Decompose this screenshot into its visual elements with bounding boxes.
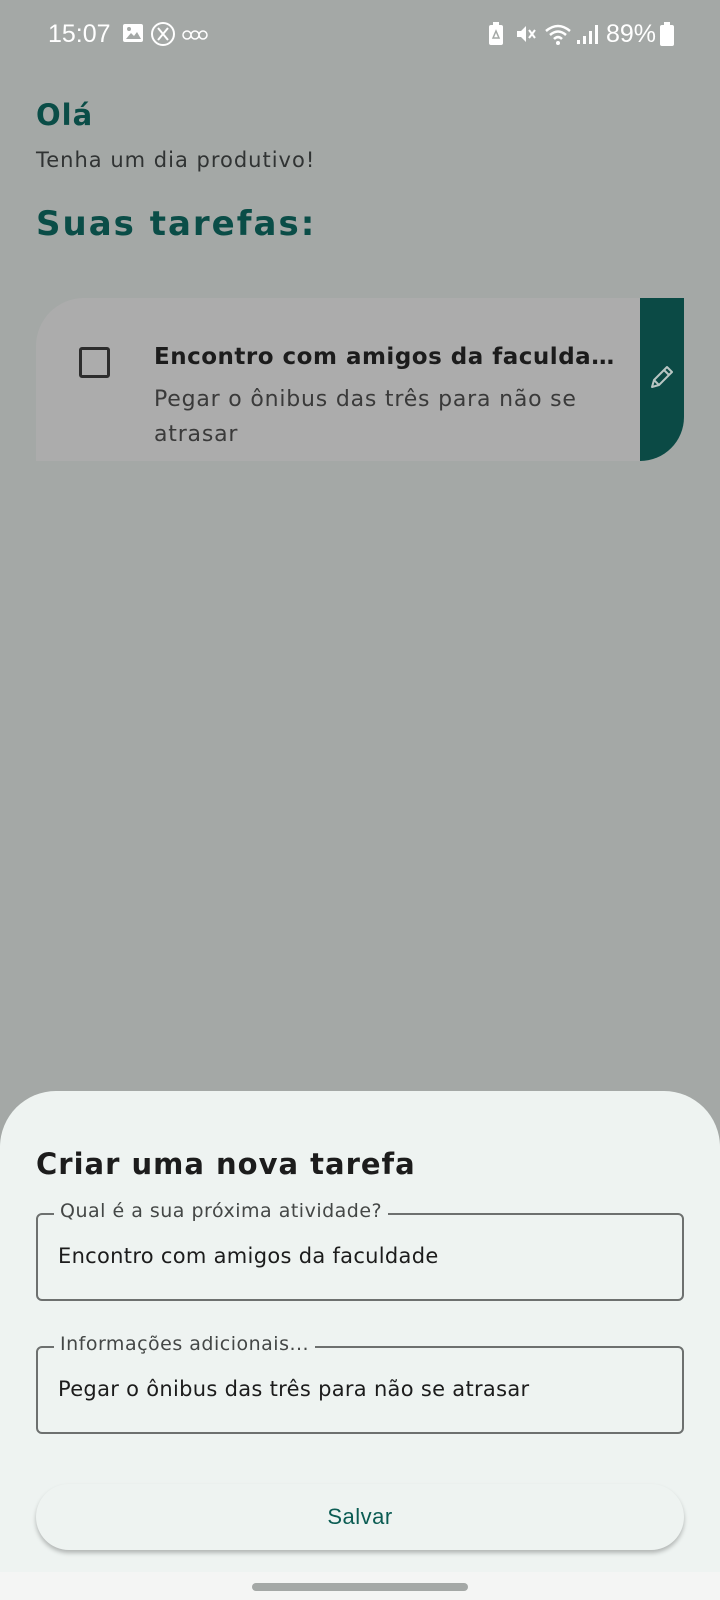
info-field[interactable]: Informações adicionais... Pegar o ônibus… <box>36 1333 684 1434</box>
info-field-value[interactable]: Pegar o ônibus das três para não se atra… <box>58 1377 658 1401</box>
task-edit-button[interactable] <box>640 298 684 461</box>
new-task-sheet: Criar uma nova tarefa Qual é a sua próxi… <box>0 1091 720 1600</box>
gallery-icon <box>123 24 143 42</box>
save-button[interactable]: Salvar <box>36 1484 684 1550</box>
sheet-title: Criar uma nova tarefa <box>36 1147 416 1181</box>
mute-icon <box>517 26 536 42</box>
info-field-label: Informações adicionais... <box>54 1333 316 1355</box>
task-checkbox[interactable] <box>79 347 110 378</box>
task-description: Pegar o ônibus das três para não se atra… <box>154 387 577 447</box>
task-card[interactable]: Encontro com amigos da faculdade Pegar o… <box>36 298 684 461</box>
activity-field-value[interactable]: Encontro com amigos da faculdade <box>58 1244 658 1268</box>
battery-percent: 89% <box>606 20 657 48</box>
activity-field[interactable]: Qual é a sua próxima atividade? Encontro… <box>36 1200 684 1301</box>
gesture-handle[interactable] <box>252 1583 468 1591</box>
status-bar: 15:07 89% <box>0 0 720 72</box>
greeting-subtitle: Tenha um dia produtivo! <box>36 148 316 172</box>
task-title: Encontro com amigos da faculdade <box>154 344 624 370</box>
x-app-icon <box>151 22 175 46</box>
activity-field-label: Qual é a sua próxima atividade? <box>54 1200 389 1222</box>
notification-dots-icon <box>182 30 208 40</box>
task-card-body[interactable]: Encontro com amigos da faculdade Pegar o… <box>36 298 643 461</box>
status-time: 15:07 <box>48 20 111 48</box>
tasks-section-title: Suas tarefas: <box>36 204 317 244</box>
signal-icon <box>577 25 598 44</box>
wifi-icon <box>545 24 571 45</box>
pencil-icon <box>651 366 673 388</box>
greeting-title: Olá <box>36 98 94 132</box>
battery-icon <box>660 22 674 46</box>
battery-saver-icon <box>489 22 503 45</box>
